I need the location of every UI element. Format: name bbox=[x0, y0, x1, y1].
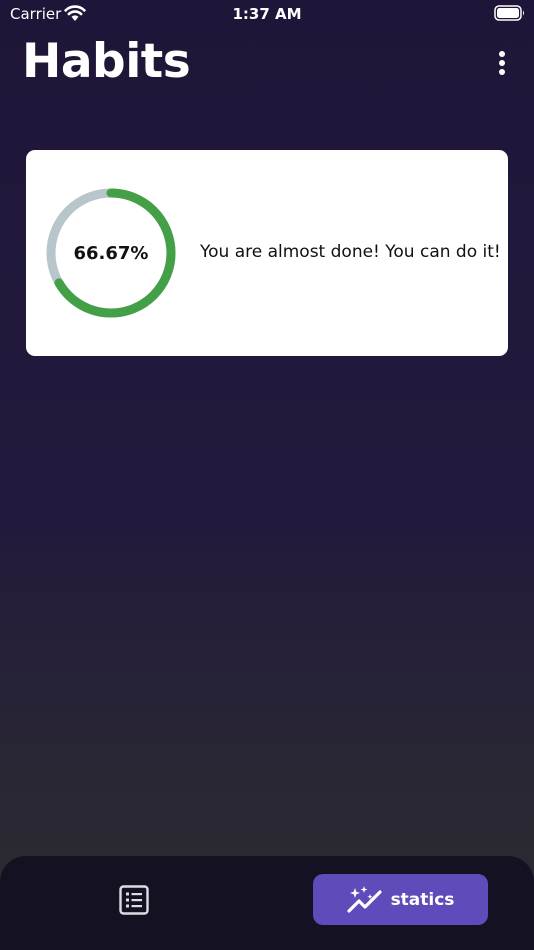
page-title: Habits bbox=[22, 34, 191, 89]
progress-card: 66.67% You are almost done! You can do i… bbox=[26, 150, 508, 356]
tab-list[interactable] bbox=[112, 878, 156, 922]
sparkle-chart-icon bbox=[346, 885, 382, 913]
more-options-button[interactable] bbox=[490, 48, 514, 78]
progress-message: You are almost done! You can do it! bbox=[200, 242, 501, 262]
bottom-nav: statics bbox=[0, 856, 534, 950]
more-dot-icon bbox=[499, 69, 505, 75]
list-icon bbox=[119, 885, 149, 915]
more-dot-icon bbox=[499, 51, 505, 57]
clock: 1:37 AM bbox=[232, 5, 302, 23]
tab-statics-label: statics bbox=[390, 889, 455, 910]
more-dot-icon bbox=[499, 60, 505, 66]
tab-statics[interactable]: statics bbox=[313, 874, 488, 925]
status-bar: Carrier 1:37 AM bbox=[0, 0, 534, 30]
progress-percent: 66.67% bbox=[73, 242, 149, 264]
battery-icon bbox=[494, 5, 524, 21]
